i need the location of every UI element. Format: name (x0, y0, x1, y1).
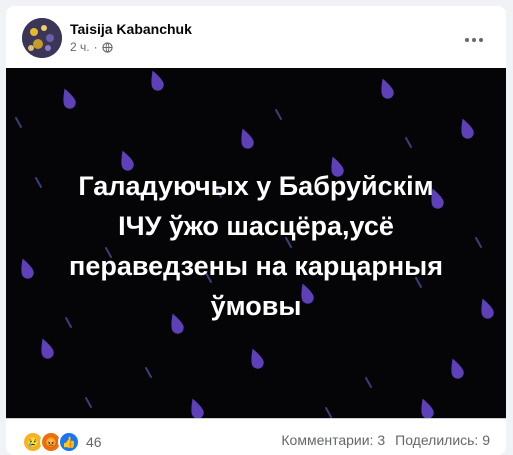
author-avatar[interactable] (22, 18, 62, 58)
raindrop (461, 118, 474, 139)
rain-streak (145, 367, 152, 378)
avatar-image (22, 18, 62, 58)
raindrop (41, 338, 54, 359)
post-text: Галадуючых у Бабруйскім ІЧУ ўжо шасцёра,… (26, 166, 486, 326)
raindrop (191, 398, 204, 418)
like-reaction-icon: 👍 (58, 431, 80, 453)
author-name[interactable]: Taisija Kabanchuk (70, 21, 192, 37)
comments-link[interactable]: Комментарии: 3 (281, 432, 385, 448)
raindrop (151, 70, 164, 91)
post-meta: 2 ч. · (70, 40, 113, 54)
globe-icon (101, 41, 113, 53)
raindrop (451, 358, 464, 379)
raindrop (241, 128, 254, 149)
raindrop (381, 78, 394, 99)
post-stats: Комментарии: 3 Поделились: 9 (281, 432, 490, 448)
post-card: Taisija Kabanchuk 2 ч. · Галадуючых у Ба… (6, 6, 506, 455)
more-options-button[interactable] (458, 24, 490, 56)
raindrop (251, 348, 264, 369)
meta-separator: · (93, 40, 98, 54)
post-text-line: Галадуючых у Бабруйскім (78, 171, 434, 201)
raindrop (63, 88, 76, 109)
post-header: Taisija Kabanchuk 2 ч. · (6, 6, 506, 68)
post-footer: 😢 😡 👍 46 Комментарии: 3 Поделились: 9 (6, 418, 506, 455)
shares-link[interactable]: Поделились: 9 (395, 432, 490, 448)
more-icon (465, 38, 483, 42)
post-image[interactable]: Галадуючых у Бабруйскім ІЧУ ўжо шасцёра,… (6, 68, 506, 418)
rain-streak (85, 397, 92, 408)
rain-streak (405, 137, 412, 148)
post-text-line: пераведзены на карцарныя (69, 251, 443, 281)
raindrop (421, 398, 434, 418)
reaction-count: 46 (86, 434, 102, 450)
reactions-summary[interactable]: 😢 😡 👍 46 (22, 431, 102, 453)
rain-streak (325, 407, 332, 418)
rain-streak (365, 377, 372, 388)
rain-streak (275, 109, 282, 120)
post-text-line: ўмовы (210, 291, 302, 321)
rain-streak (15, 117, 22, 128)
post-text-line: ІЧУ ўжо шасцёра,усё (118, 211, 394, 241)
post-time[interactable]: 2 ч. (70, 40, 90, 54)
